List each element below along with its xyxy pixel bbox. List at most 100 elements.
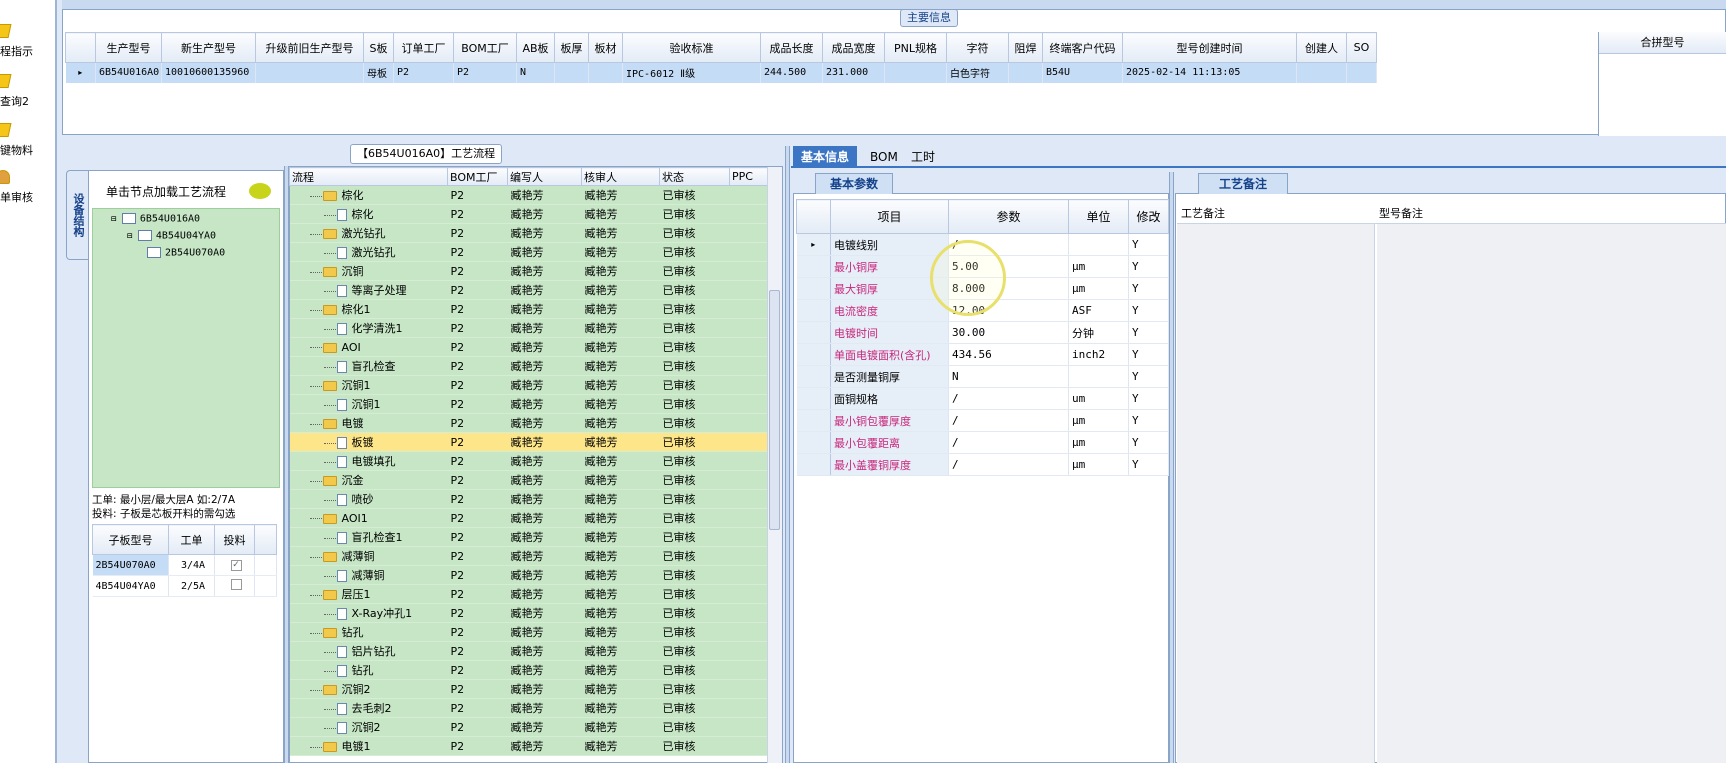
- process-name-cell[interactable]: AOI: [289, 337, 448, 357]
- table-cell[interactable]: P2: [453, 62, 517, 83]
- column-header[interactable]: 创建人: [1296, 32, 1347, 63]
- process-row[interactable]: 棕化 P2 臧艳芳 臧艳芳 已审核: [289, 185, 770, 205]
- column-header[interactable]: 状态: [659, 167, 730, 186]
- process-name-cell[interactable]: 棕化1: [289, 299, 448, 319]
- table-cell[interactable]: [1296, 62, 1347, 83]
- column-header[interactable]: 子板型号: [92, 524, 169, 555]
- process-name-cell[interactable]: 减薄铜: [289, 546, 448, 566]
- column-header[interactable]: PPC: [729, 167, 770, 186]
- process-name-cell[interactable]: 盲孔检查1: [289, 527, 448, 547]
- process-row[interactable]: 化学清洗1 P2 臧艳芳 臧艳芳 已审核: [289, 318, 770, 338]
- nav-item[interactable]: 键物料: [0, 109, 56, 157]
- param-modify[interactable]: Y: [1128, 233, 1169, 256]
- process-row[interactable]: 盲孔检查 P2 臧艳芳 臧艳芳 已审核: [289, 356, 770, 376]
- vertical-splitter[interactable]: [785, 146, 790, 763]
- table-cell[interactable]: [554, 62, 589, 83]
- param-row[interactable]: 电镀时间 30.00 分钟 Y: [796, 321, 1169, 344]
- column-header[interactable]: 板厚: [554, 32, 589, 63]
- table-cell[interactable]: B54U: [1042, 62, 1123, 83]
- process-row[interactable]: 层压1 P2 臧艳芳 臧艳芳 已审核: [289, 584, 770, 604]
- process-name-cell[interactable]: 化学清洗1: [289, 318, 448, 338]
- process-row[interactable]: 电镀 P2 臧艳芳 臧艳芳 已审核: [289, 413, 770, 433]
- process-row[interactable]: 沉铜1 P2 臧艳芳 臧艳芳 已审核: [289, 375, 770, 395]
- param-value[interactable]: /: [948, 409, 1069, 432]
- table-cell[interactable]: [1346, 62, 1377, 83]
- param-row[interactable]: 最小铜包覆厚度 / μm Y: [796, 409, 1169, 432]
- process-name-cell[interactable]: X-Ray冲孔1: [289, 603, 448, 623]
- process-row[interactable]: 钻孔 P2 臧艳芳 臧艳芳 已审核: [289, 622, 770, 642]
- sub-board-feed[interactable]: [214, 575, 255, 597]
- process-row[interactable]: AOI1 P2 臧艳芳 臧艳芳 已审核: [289, 508, 770, 528]
- param-value[interactable]: /: [948, 431, 1069, 454]
- process-name-cell[interactable]: 喷砂: [289, 489, 448, 509]
- process-row[interactable]: 沉铜2 P2 臧艳芳 臧艳芳 已审核: [289, 679, 770, 699]
- tree-node[interactable]: ⊟ 6B54U016A0: [111, 213, 200, 225]
- param-modify[interactable]: Y: [1128, 409, 1169, 432]
- table-cell[interactable]: [884, 62, 947, 83]
- table-cell[interactable]: [588, 62, 623, 83]
- table-cell[interactable]: 母板: [363, 62, 394, 83]
- table-cell[interactable]: [1008, 62, 1043, 83]
- process-name-cell[interactable]: 铝片钻孔: [289, 641, 448, 661]
- process-name-cell[interactable]: 电镀填孔: [289, 451, 448, 471]
- column-header[interactable]: 工单: [168, 524, 215, 555]
- process-name-cell[interactable]: 沉铜1: [289, 394, 448, 414]
- process-row[interactable]: 喷砂 P2 臧艳芳 臧艳芳 已审核: [289, 489, 770, 509]
- sub-board-order[interactable]: 3/4A: [168, 554, 215, 576]
- param-modify[interactable]: Y: [1128, 255, 1169, 278]
- process-name-cell[interactable]: 沉铜: [289, 261, 448, 281]
- table-cell[interactable]: N: [516, 62, 555, 83]
- process-name-cell[interactable]: 板镀: [289, 432, 448, 452]
- column-header[interactable]: 参数: [948, 199, 1069, 234]
- param-value[interactable]: 434.56: [948, 343, 1069, 366]
- tab-device-structure[interactable]: 设备结构: [66, 170, 88, 260]
- column-header[interactable]: 生产型号: [95, 32, 162, 63]
- speech-bubble-icon[interactable]: [249, 183, 271, 199]
- process-name-cell[interactable]: 钻孔: [289, 660, 448, 680]
- process-name-cell[interactable]: 沉金: [289, 470, 448, 490]
- column-header[interactable]: 升级前旧生产型号: [255, 32, 364, 63]
- model-remark-textarea[interactable]: [1377, 224, 1726, 763]
- tree-node[interactable]: ⊟ 4B54U04YA0: [127, 230, 216, 242]
- table-row[interactable]: ▸ 6B54U016A0 10010600135960 母板 P2 P2 N IPC-6012…: [65, 62, 1377, 83]
- sub-board-model[interactable]: 2B54U070A0: [92, 554, 169, 576]
- column-header[interactable]: SO: [1346, 32, 1377, 63]
- process-row[interactable]: 盲孔检查1 P2 臧艳芳 臧艳芳 已审核: [289, 527, 770, 547]
- process-name-cell[interactable]: 电镀1: [289, 736, 448, 756]
- column-header[interactable]: 阻焊: [1008, 32, 1043, 63]
- table-row[interactable]: 4B54U04YA0 2/5A: [92, 575, 277, 597]
- column-header[interactable]: BOM工厂: [453, 32, 517, 63]
- column-header[interactable]: 核审人: [581, 167, 660, 186]
- table-row[interactable]: 2B54U070A0 3/4A ✓: [92, 554, 277, 576]
- process-row[interactable]: 板镀 P2 臧艳芳 臧艳芳 已审核: [289, 432, 770, 452]
- column-header[interactable]: 新生产型号: [161, 32, 256, 63]
- table-cell[interactable]: 6B54U016A0: [95, 62, 162, 83]
- process-row[interactable]: 等离子处理 P2 臧艳芳 臧艳芳 已审核: [289, 280, 770, 300]
- column-header[interactable]: 成品长度: [760, 32, 823, 63]
- column-header[interactable]: 型号创建时间: [1122, 32, 1297, 63]
- param-modify[interactable]: Y: [1128, 365, 1169, 388]
- param-modify[interactable]: Y: [1128, 431, 1169, 454]
- sub-board-order[interactable]: 2/5A: [168, 575, 215, 597]
- param-row[interactable]: 单面电镀面积(含孔) 434.56 inch2 Y: [796, 343, 1169, 366]
- table-cell[interactable]: 白色字符: [946, 62, 1009, 83]
- process-row[interactable]: 棕化 P2 臧艳芳 臧艳芳 已审核: [289, 204, 770, 224]
- process-name-cell[interactable]: 激光钻孔: [289, 242, 448, 262]
- param-row[interactable]: 是否测量铜厚 N Y: [796, 365, 1169, 388]
- param-modify[interactable]: Y: [1128, 387, 1169, 410]
- column-header[interactable]: 编写人: [507, 167, 582, 186]
- process-row[interactable]: X-Ray冲孔1 P2 臧艳芳 臧艳芳 已审核: [289, 603, 770, 623]
- column-header[interactable]: 验收标准: [622, 32, 761, 63]
- table-cell[interactable]: IPC-6012 Ⅱ级: [622, 62, 761, 83]
- process-name-cell[interactable]: 等离子处理: [289, 280, 448, 300]
- nav-item[interactable]: 查询2: [0, 60, 56, 108]
- column-header[interactable]: S板: [363, 32, 394, 63]
- process-row[interactable]: 减薄铜 P2 臧艳芳 臧艳芳 已审核: [289, 546, 770, 566]
- tab-bom[interactable]: BOM: [862, 146, 906, 168]
- column-header[interactable]: 订单工厂: [393, 32, 454, 63]
- column-header[interactable]: AB板: [516, 32, 555, 63]
- nav-item[interactable]: 程指示: [0, 10, 56, 58]
- column-header[interactable]: 单位: [1068, 199, 1129, 234]
- feed-checkbox[interactable]: [230, 579, 242, 590]
- process-row[interactable]: 去毛刺2 P2 臧艳芳 臧艳芳 已审核: [289, 698, 770, 718]
